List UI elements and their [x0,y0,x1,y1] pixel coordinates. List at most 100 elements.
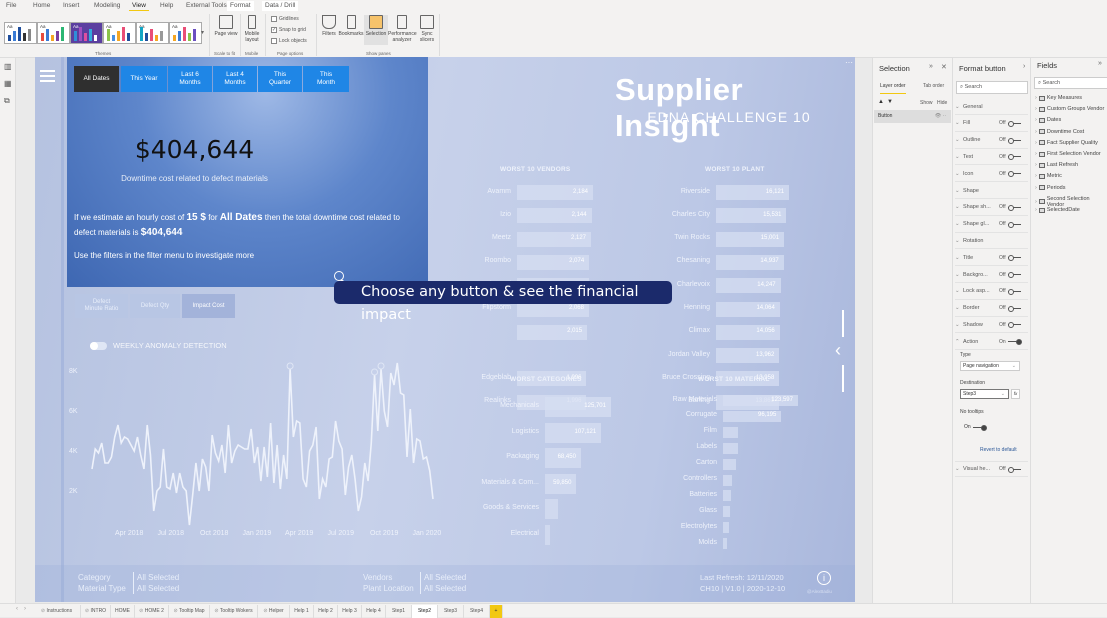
format-section-shape-gl-[interactable]: ⌄ Shape gl... Off [955,217,1028,233]
format-section-shadow[interactable]: ⌄ Shadow Off [955,317,1028,334]
format-section-icon[interactable]: ⌄ Icon Off [955,166,1028,183]
page-tab-help-3[interactable]: Help 3 [338,605,362,618]
ribbon-tab-home[interactable]: Home [30,1,53,11]
gridlines-checkbox[interactable]: Gridlines [271,16,299,22]
field-table-last-refresh[interactable]: › Last Refresh [1035,162,1078,168]
chevron-left-icon[interactable]: ‹ [835,340,841,361]
destination-dropdown[interactable]: Step3 ⌄ [960,389,1009,399]
page-tab-tooltip-wokers[interactable]: ⊘ Tooltip Wokers [210,605,258,618]
collapse-icon[interactable]: » [929,63,933,70]
tab-layer-order[interactable]: Layer order [880,83,906,94]
section-toggle[interactable]: Off [999,154,1021,161]
ribbon-tab-external-tools[interactable]: External Tools [183,1,230,11]
tab-tab-order[interactable]: Tab order [923,83,944,89]
section-toggle[interactable]: Off [999,288,1021,295]
field-table-custom-groups-vendor[interactable]: › Custom Groups Vendor [1035,106,1104,112]
mobile-layout-button[interactable]: Mobile layout [242,15,262,43]
section-toggle[interactable]: Off [999,255,1021,262]
ribbon-tab-help[interactable]: Help [157,1,176,11]
show-all-button[interactable]: Show [920,100,933,106]
info-icon[interactable]: i [817,571,831,585]
layer-item-button[interactable]: Button 👁 ·· [874,110,951,123]
close-icon[interactable]: ✕ [941,63,947,71]
section-toggle[interactable]: Off [999,137,1021,144]
page-tab-intro[interactable]: ⊘ INTRO [81,605,111,618]
section-toggle[interactable]: Off [999,120,1021,127]
add-page-button[interactable]: + [490,605,503,618]
section-toggle[interactable]: Off [999,466,1021,473]
chevron-right-icon[interactable]: › [1023,63,1025,70]
anomaly-marker[interactable] [371,368,379,376]
lock-objects-checkbox[interactable]: Lock objects [271,38,307,44]
anomaly-marker[interactable] [286,362,294,370]
format-section-fill[interactable]: ⌄ Fill Off [955,116,1028,132]
section-toggle[interactable]: On [999,339,1022,346]
page-tab-step2[interactable]: Step2 [412,605,438,618]
model-view-icon[interactable]: ⧉ [4,96,10,106]
ribbon-tab-insert[interactable]: Insert [60,1,82,11]
theme-swatch[interactable]: Aa [37,22,70,44]
themes-more-chevron-icon[interactable]: ▾ [201,29,204,36]
theme-swatch[interactable]: Aa [169,22,202,44]
ribbon-tab-view[interactable]: View [129,1,149,11]
format-section-visual-header[interactable]: ⌄ Visual he... Off [955,461,1028,477]
ribbon-tab-format[interactable]: Format [227,1,254,11]
ribbon-tab-data-drill[interactable]: Data / Drill [262,1,299,11]
format-section-title[interactable]: ⌄ Title Off [955,250,1028,267]
format-section-outline[interactable]: ⌄ Outline Off [955,133,1028,149]
field-table-metric[interactable]: › Metric [1035,173,1062,179]
field-table-selecteddate[interactable]: › SelectedDate [1035,207,1080,213]
move-up-icon[interactable]: ▲ [878,99,884,105]
section-toggle[interactable]: Off [999,171,1021,178]
section-toggle[interactable]: Off [999,305,1021,312]
revert-to-default-link[interactable]: Revert to default [980,447,1017,453]
hide-all-button[interactable]: Hide [937,100,947,106]
page-tab-home[interactable]: HOME [111,605,135,618]
format-section-shape[interactable]: ⌄ Shape [955,183,1028,199]
filters-button[interactable]: Filters [319,15,339,37]
format-section-action[interactable]: ⌃ Action On [955,334,1028,351]
conditional-format-fx-button[interactable]: fx [1011,389,1020,399]
field-table-first-selection-vendor[interactable]: › First Selection Vendor [1035,151,1101,157]
format-section-lock-asp-[interactable]: ⌄ Lock asp... Off [955,284,1028,300]
visibility-eye-icon[interactable]: 👁 ·· [935,110,946,123]
page-tab-step4[interactable]: Step4 [464,605,490,618]
section-toggle[interactable]: Off [999,322,1021,329]
page-view-button[interactable]: Page view [213,15,239,37]
theme-swatch[interactable]: Aa [4,22,37,44]
no-tooltips-toggle[interactable]: On [964,424,987,431]
format-section-border[interactable]: ⌄ Border Off [955,301,1028,317]
move-down-icon[interactable]: ▼ [887,99,893,105]
theme-swatch[interactable]: Aa [136,22,169,44]
format-section-text[interactable]: ⌄ Text Off [955,149,1028,166]
theme-swatch[interactable]: Aa [103,22,136,44]
format-section-general[interactable]: ⌄ General [955,99,1028,115]
selection-button[interactable]: Selection [364,15,388,45]
field-table-dates[interactable]: › Dates [1035,117,1061,123]
page-tab-step3[interactable]: Step3 [438,605,464,618]
collapse-icon[interactable]: » [1098,60,1102,67]
page-tab-help-2[interactable]: Help 2 [314,605,338,618]
performance-analyzer-button[interactable]: Performance analyzer [388,15,417,43]
page-tab-instructions[interactable]: ⊘ Instructions [33,605,81,618]
field-table-key-measures[interactable]: › Key Measures [1035,95,1082,101]
format-section-shape-sh-[interactable]: ⌄ Shape sh... Off [955,200,1028,216]
type-dropdown[interactable]: Page navigation ⌄ [960,361,1020,371]
fields-search-input[interactable]: ⌕ Search [1034,77,1107,89]
more-options-icon[interactable]: ··· [845,58,853,67]
next-page-icon[interactable]: › [24,606,26,612]
prev-page-icon[interactable]: ‹ [16,606,18,612]
format-search-input[interactable]: ⌕ Search [956,81,1028,94]
theme-swatch[interactable]: Aa [70,22,103,44]
field-table-downtime-cost[interactable]: › Downtime Cost [1035,129,1084,135]
sync-slicers-button[interactable]: Sync slicers [417,15,437,43]
page-tab-step1[interactable]: Step1 [386,605,412,618]
field-table-fact-supplier-quality[interactable]: › Fact Supplier Quality [1035,140,1098,146]
format-section-rotation[interactable]: ⌄ Rotation [955,233,1028,250]
report-view-icon[interactable]: ▥ [4,62,12,71]
snap-to-grid-checkbox[interactable]: ✓ Snap to grid [271,27,306,33]
data-view-icon[interactable]: ▦ [4,79,12,88]
page-tab-help-4[interactable]: Help 4 [362,605,386,618]
section-toggle[interactable]: Off [999,204,1021,211]
field-table-periods[interactable]: › Periods [1035,185,1066,191]
